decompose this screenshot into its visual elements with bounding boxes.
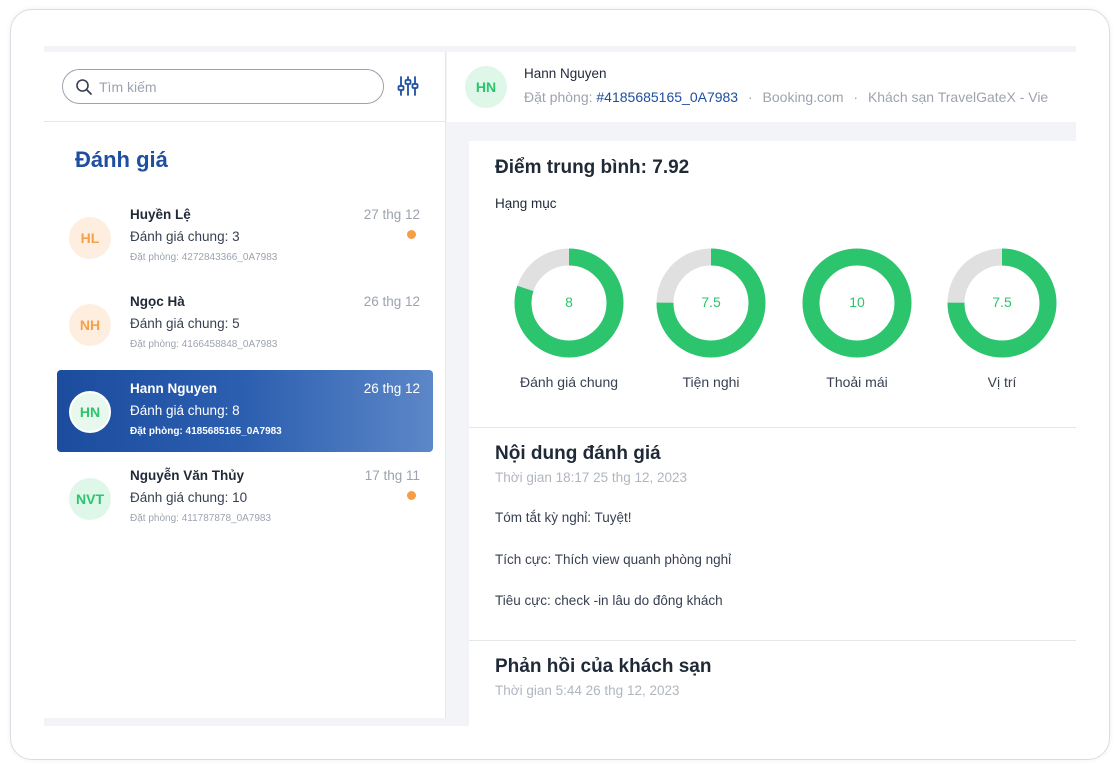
separator: · <box>853 89 859 105</box>
guest-name: Hann Nguyen <box>524 66 607 81</box>
hotel-reply-title: Phản hồi của khách sạn <box>495 656 712 677</box>
overall-rating: Đánh giá chung: 8 <box>130 403 240 418</box>
divider <box>469 640 1076 641</box>
filter-sliders-icon[interactable] <box>396 74 420 98</box>
booking-number: Đặt phòng: 411787878_0A7983 <box>130 513 272 524</box>
review-item-nguyen-van-thuy[interactable]: NVT Nguyễn Văn Thủy Đánh giá chung: 10 Đ… <box>57 457 433 539</box>
overall-rating: Đánh giá chung: 5 <box>130 316 240 331</box>
search-box[interactable] <box>62 69 384 104</box>
review-detail-header: HN Hann Nguyen Đặt phòng: #4185685165_0A… <box>447 52 1076 122</box>
avatar: NH <box>69 304 111 346</box>
reviewer-name: Hann Nguyen <box>130 381 218 396</box>
review-date: 26 thg 12 <box>363 381 420 396</box>
avatar: HL <box>69 217 111 259</box>
stay-summary: Tóm tắt kỳ nghỉ: Tuyệt! <box>495 510 632 525</box>
booking-number: Đặt phòng: 4166458848_0A7983 <box>130 339 278 350</box>
average-score: Điểm trung bình: 7.92 <box>495 157 690 178</box>
category-donut-amenities: 7.5 Tiện nghi <box>651 247 771 397</box>
hotel-name: Khách sạn TravelGateX - Vie <box>867 89 1049 105</box>
review-date: 26 thg 12 <box>363 294 420 309</box>
unread-dot <box>407 230 416 239</box>
review-date: 17 thg 11 <box>364 468 420 483</box>
review-list-panel: Đánh giá HL Huyền Lệ Đánh giá chung: 3 Đ… <box>44 52 446 718</box>
search-icon <box>76 79 92 95</box>
category-donut-overall: 8 Đánh giá chung <box>509 247 629 397</box>
review-detail-card: Điểm trung bình: 7.92 Hạng mục 8 Đánh gi… <box>469 141 1076 726</box>
overall-rating: Đánh giá chung: 3 <box>130 229 240 244</box>
avatar: HN <box>465 66 507 108</box>
booking-number: Đặt phòng: 4272843366_0A7983 <box>130 252 278 263</box>
category-label: Hạng mục <box>495 196 557 211</box>
review-item-hann-nguyen[interactable]: HN Hann Nguyen Đánh giá chung: 8 Đặt phò… <box>57 370 433 452</box>
unread-dot <box>407 491 416 500</box>
booking-number: Đặt phòng: 4185685165_0A7983 <box>130 426 282 437</box>
reviewer-name: Nguyễn Văn Thủy <box>130 468 245 483</box>
overall-rating: Đánh giá chung: 10 <box>130 490 248 505</box>
donut-label: Đánh giá chung <box>519 374 619 390</box>
donut-value: 10 <box>849 294 865 310</box>
booking-label: Đặt phòng: <box>524 89 593 105</box>
divider <box>469 427 1076 428</box>
reviews-title: Đánh giá <box>75 147 168 172</box>
review-content-title: Nội dung đánh giá <box>495 443 661 464</box>
donut-label: Tiện nghi <box>682 374 740 390</box>
review-date: 27 thg 12 <box>363 207 420 222</box>
donut-value: 7.5 <box>701 294 721 310</box>
donut-value: 8 <box>565 294 573 310</box>
booking-id-link[interactable]: #4185685165_0A7983 <box>596 89 738 105</box>
donut-label: Vị trí <box>987 374 1017 390</box>
review-time: Thời gian 18:17 25 thg 12, 2023 <box>495 470 687 485</box>
category-donut-comfort: 10 Thoải mái <box>797 247 917 397</box>
donut-label: Thoải mái <box>826 374 888 390</box>
avatar: HN <box>69 391 111 433</box>
reviewer-name: Huyền Lệ <box>130 207 191 222</box>
avatar: NVT <box>69 478 111 520</box>
app-window: Đánh giá HL Huyền Lệ Đánh giá chung: 3 Đ… <box>44 46 1076 726</box>
reviewer-name: Ngọc Hà <box>130 294 185 309</box>
reply-time: Thời gian 5:44 26 thg 12, 2023 <box>495 683 680 698</box>
search-row <box>44 52 446 122</box>
search-input[interactable] <box>99 76 369 98</box>
separator: · <box>747 89 753 105</box>
review-item-ngoc-ha[interactable]: NH Ngọc Hà Đánh giá chung: 5 Đặt phòng: … <box>57 283 433 365</box>
review-item-huyen-le[interactable]: HL Huyền Lệ Đánh giá chung: 3 Đặt phòng:… <box>57 196 433 278</box>
positive-feedback: Tích cực: Thích view quanh phòng nghỉ <box>495 552 732 567</box>
channel-name: Booking.com <box>762 89 844 105</box>
donut-value: 7.5 <box>992 294 1012 310</box>
category-donut-location: 7.5 Vị trí <box>942 247 1062 397</box>
booking-info: Đặt phòng: #4185685165_0A7983 · Booking.… <box>524 89 1048 105</box>
negative-feedback: Tiêu cực: check -in lâu do đông khách <box>495 593 723 608</box>
